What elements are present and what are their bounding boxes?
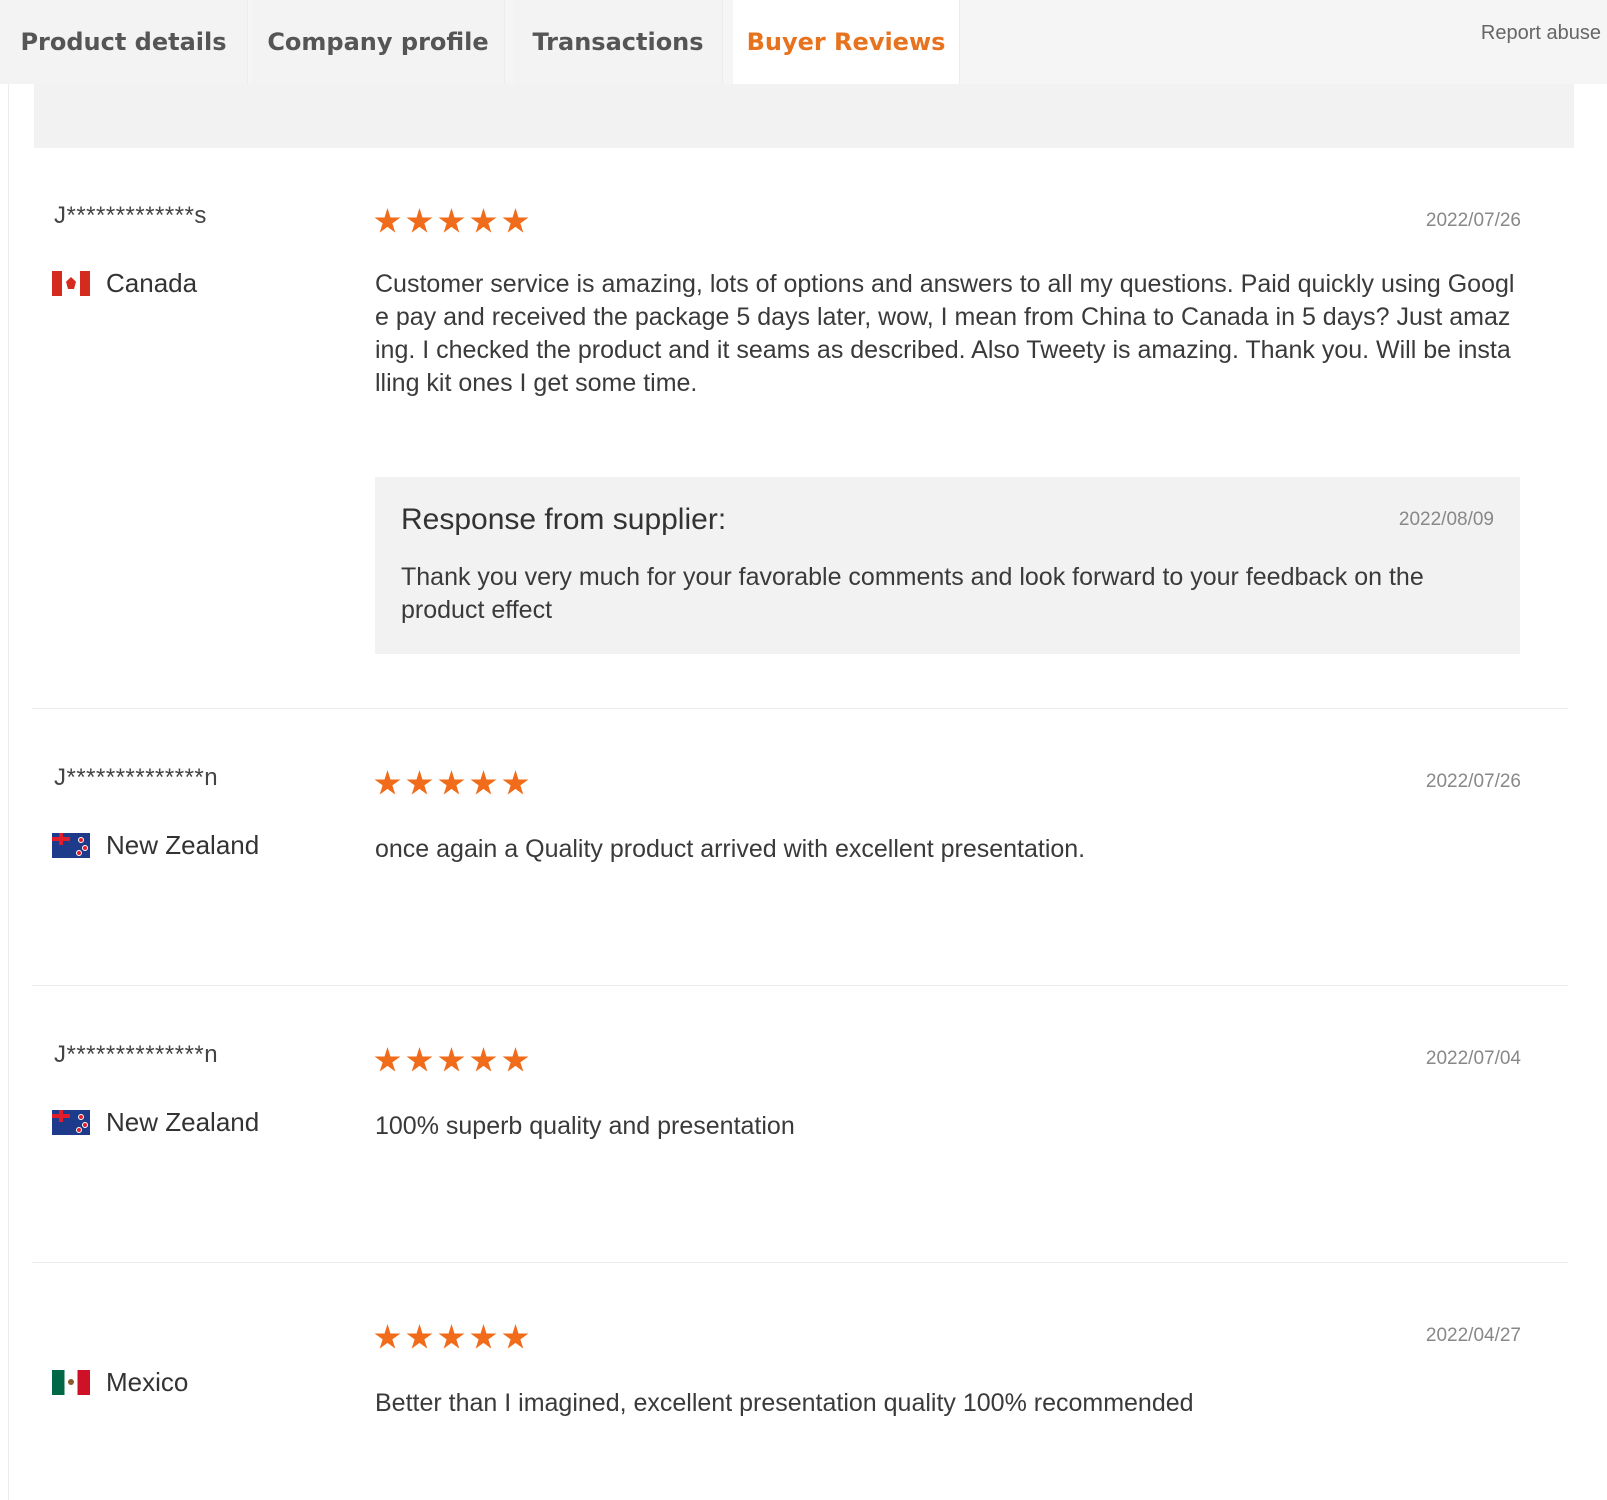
buyer-name: J**************n — [54, 1041, 219, 1068]
star-rating — [374, 770, 529, 797]
star-icon — [406, 1047, 433, 1072]
tab-company-profile[interactable]: Company profile — [252, 0, 504, 84]
new-zealand-flag-icon — [52, 1110, 90, 1135]
response-date: 2022/08/09 — [1398, 509, 1494, 530]
review-date: 2022/07/04 — [1425, 1048, 1521, 1069]
response-text: Thank you very much for your favorable c… — [401, 563, 1424, 624]
response-title: Response from supplier: — [401, 503, 727, 536]
star-rating — [374, 1047, 529, 1074]
review-text: 100% superb quality and presentation — [375, 1112, 795, 1140]
canada-flag-icon — [52, 271, 90, 296]
buyer-name: J*************s — [54, 202, 207, 229]
star-icon — [438, 1324, 465, 1349]
mexico-flag-icon — [52, 1370, 90, 1395]
star-icon — [406, 1324, 433, 1349]
star-icon — [374, 1047, 401, 1072]
review-date: 2022/07/26 — [1425, 771, 1521, 792]
star-rating — [374, 208, 529, 235]
country-name: New Zealand — [106, 1107, 260, 1137]
buyer-name: J**************n — [54, 764, 219, 791]
star-icon — [406, 208, 433, 233]
star-icon — [438, 208, 465, 233]
star-icon — [374, 1324, 401, 1349]
new-zealand-flag-icon — [52, 833, 90, 858]
review-text: once again a Quality product arrived wit… — [375, 835, 1086, 863]
buyer-country: Mexico — [52, 1367, 188, 1398]
tab-bar: Product details Company profile Transact… — [0, 0, 1607, 84]
country-name: New Zealand — [106, 830, 260, 860]
reviews-header-band — [34, 84, 1574, 148]
star-icon — [470, 1324, 497, 1349]
star-icon — [438, 1047, 465, 1072]
review-date: 2022/07/26 — [1425, 210, 1521, 231]
star-icon — [438, 770, 465, 795]
star-icon — [470, 1047, 497, 1072]
star-icon — [470, 208, 497, 233]
country-name: Mexico — [106, 1367, 189, 1397]
content-border — [8, 84, 9, 1500]
tab-product-details[interactable]: Product details — [0, 0, 247, 84]
tab-transactions[interactable]: Transactions — [514, 0, 722, 84]
review-text: Customer service is amazing, lots of opt… — [375, 270, 1515, 397]
review-date: 2022/04/27 — [1425, 1325, 1521, 1346]
star-icon — [502, 208, 529, 233]
review-divider — [32, 708, 1568, 709]
star-icon — [502, 1047, 529, 1072]
star-rating — [374, 1324, 529, 1351]
buyer-country: New Zealand — [52, 830, 259, 861]
review-divider — [32, 985, 1568, 986]
star-icon — [470, 770, 497, 795]
star-icon — [406, 770, 433, 795]
tab-buyer-reviews[interactable]: Buyer Reviews — [733, 0, 959, 84]
review-divider — [32, 1262, 1568, 1263]
star-icon — [374, 208, 401, 233]
star-icon — [374, 770, 401, 795]
star-icon — [502, 1324, 529, 1349]
buyer-country: New Zealand — [52, 1107, 259, 1138]
star-icon — [502, 770, 529, 795]
country-name: Canada — [106, 268, 198, 298]
report-abuse-link[interactable]: Report abuse — [1481, 22, 1601, 45]
supplier-response: Response from supplier: 2022/08/09 Thank… — [375, 477, 1520, 654]
buyer-country: Canada — [52, 268, 197, 299]
review-text: Better than I imagined, excellent presen… — [375, 1389, 1194, 1417]
